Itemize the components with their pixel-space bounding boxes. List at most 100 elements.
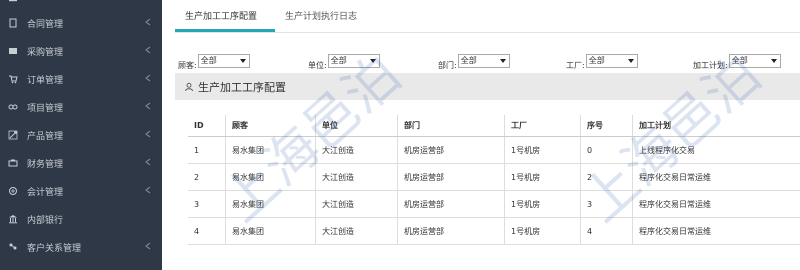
sidebar-item-label: 财务管理	[27, 159, 64, 170]
cell-sequence: 3	[580, 191, 632, 217]
factory-select[interactable]: 全部	[585, 53, 638, 68]
column-header[interactable]: 加工计划	[632, 115, 800, 136]
unit-select[interactable]: 全部	[327, 53, 380, 68]
cell-department: 机房运营部	[397, 137, 504, 163]
filter-label: 部门:	[438, 61, 457, 70]
table-row[interactable]: 3 易水集团 大江创造 机房运营部 1号机房 3 程序化交易日常运维	[188, 191, 800, 218]
active-tab-indicator	[175, 29, 275, 32]
menu-icon	[7, 0, 19, 5]
chevron-left-icon	[145, 186, 153, 196]
cell-unit: 大江创造	[315, 191, 397, 217]
sidebar-item-finance[interactable]: 财务管理	[0, 149, 162, 177]
filter-label: 工厂:	[566, 61, 585, 70]
cell-id: 2	[194, 172, 200, 182]
cell-customer: 易水集团	[225, 218, 315, 244]
cell-unit: 大江创造	[315, 137, 397, 163]
crm-icon	[7, 242, 19, 252]
cell-customer: 易水集团	[225, 164, 315, 190]
column-header[interactable]: 顾客	[225, 115, 315, 136]
chevron-left-icon	[145, 130, 153, 140]
dropdown-arrow-icon	[627, 58, 634, 63]
sidebar-item-orders[interactable]: 订单管理	[0, 65, 162, 93]
sidebar-item-accounting[interactable]: 会计管理	[0, 177, 162, 205]
sidebar-item-bank[interactable]: 内部银行	[0, 205, 162, 233]
filter-department: 部门: 全部	[438, 50, 510, 71]
cell-plan: 程序化交易日常运维	[632, 191, 800, 217]
cell-plan: 上线程序化交易	[632, 137, 800, 163]
sidebar-item-projects[interactable]: 项目管理	[0, 93, 162, 121]
customer-select[interactable]: 全部	[197, 53, 250, 68]
plan-select[interactable]: 全部	[728, 53, 781, 68]
filter-bar: 顾客: 全部 单位: 全部 部门: 全部 工厂: 全部 加工计划: 全部	[175, 50, 800, 72]
cell-sequence: 0	[580, 137, 632, 163]
section-header: 生产加工工序配置	[175, 73, 800, 100]
sidebar-item-label: 客户关系管理	[27, 243, 82, 254]
cell-customer: 易水集团	[225, 137, 315, 163]
sidebar-item-label: 产品管理	[27, 131, 64, 142]
cell-department: 机房运营部	[397, 191, 504, 217]
filter-label: 顾客:	[178, 61, 197, 70]
filter-plan: 加工计划: 全部	[693, 50, 781, 71]
section-title: 生产加工工序配置	[198, 80, 286, 94]
cell-sequence: 2	[580, 164, 632, 190]
sidebar-item-purchase[interactable]: 采购管理	[0, 37, 162, 65]
cell-factory: 1号机房	[504, 191, 580, 217]
cell-department: 机房运营部	[397, 218, 504, 244]
dropdown-arrow-icon	[499, 58, 506, 63]
column-header[interactable]: 序号	[580, 115, 632, 136]
chevron-left-icon	[145, 102, 153, 112]
process-config-table: ID 顾客 单位 部门 工厂 序号 加工计划 1 易水集团 大江创造 机房运营部…	[188, 115, 800, 245]
cell-department: 机房运营部	[397, 164, 504, 190]
cell-factory: 1号机房	[504, 164, 580, 190]
table-row[interactable]: 2 易水集团 大江创造 机房运营部 1号机房 2 程序化交易日常运维	[188, 164, 800, 191]
filter-customer: 顾客: 全部	[178, 50, 250, 71]
cell-id: 4	[194, 226, 200, 236]
bank-icon	[7, 214, 19, 224]
cell-id: 3	[194, 199, 200, 209]
table-row[interactable]: 4 易水集团 大江创造 机房运营部 1号机房 4 程序化交易日常运维	[188, 218, 800, 245]
chevron-left-icon	[145, 74, 153, 84]
accounting-icon	[7, 186, 19, 196]
dropdown-arrow-icon	[770, 58, 777, 63]
tab-process-config[interactable]: 生产加工工序配置	[185, 9, 257, 22]
column-header[interactable]: 单位	[315, 115, 397, 136]
dropdown-arrow-icon	[369, 58, 376, 63]
column-header[interactable]: ID	[188, 115, 225, 136]
cart-icon	[7, 74, 19, 84]
project-icon	[7, 102, 19, 112]
sidebar-item-label: 项目管理	[27, 103, 64, 114]
sidebar: 合同管理 采购管理 订单管理 项目管理 产品管理 财务管理 会计管理 内部银行 …	[0, 0, 162, 270]
column-header[interactable]: 工厂	[504, 115, 580, 136]
cell-sequence: 4	[580, 218, 632, 244]
tab-execution-log[interactable]: 生产计划执行日志	[285, 9, 357, 22]
filter-label: 加工计划:	[693, 61, 728, 70]
purchase-icon	[7, 46, 19, 56]
cell-factory: 1号机房	[504, 137, 580, 163]
cell-plan: 程序化交易日常运维	[632, 218, 800, 244]
sidebar-item-products[interactable]: 产品管理	[0, 121, 162, 149]
tab-bar: 生产加工工序配置 生产计划执行日志	[175, 0, 800, 33]
user-icon	[184, 82, 194, 92]
cell-plan: 程序化交易日常运维	[632, 164, 800, 190]
dropdown-arrow-icon	[239, 58, 246, 63]
cell-id: 1	[194, 145, 200, 155]
chevron-left-icon	[145, 158, 153, 168]
chevron-left-icon	[145, 18, 153, 28]
sidebar-item-label: 合同管理	[27, 19, 64, 30]
finance-icon	[7, 158, 19, 168]
filter-label: 单位:	[308, 61, 327, 70]
chevron-left-icon	[145, 242, 153, 252]
filter-unit: 单位: 全部	[308, 50, 380, 71]
chevron-left-icon	[145, 46, 153, 56]
sidebar-item-label: 内部银行	[27, 215, 64, 226]
filter-factory: 工厂: 全部	[566, 50, 638, 71]
cell-customer: 易水集团	[225, 191, 315, 217]
contract-icon	[7, 18, 19, 28]
sidebar-item-crm[interactable]: 客户关系管理	[0, 233, 162, 261]
column-header[interactable]: 部门	[397, 115, 504, 136]
table-header-row: ID 顾客 单位 部门 工厂 序号 加工计划	[188, 115, 800, 137]
department-select[interactable]: 全部	[457, 53, 510, 68]
sidebar-item-contract[interactable]: 合同管理	[0, 9, 162, 37]
sidebar-item-label: 采购管理	[27, 47, 64, 58]
table-row[interactable]: 1 易水集团 大江创造 机房运营部 1号机房 0 上线程序化交易	[188, 137, 800, 164]
